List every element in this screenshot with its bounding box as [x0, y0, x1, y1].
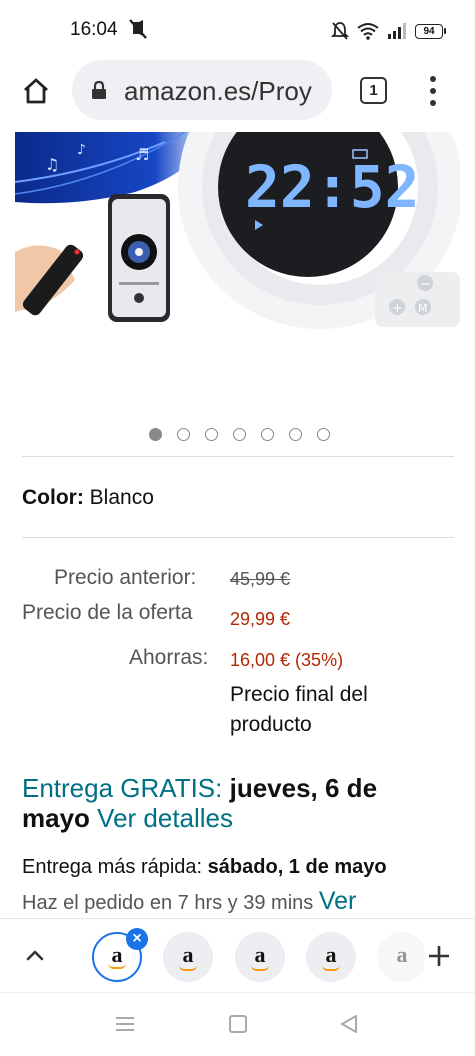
svg-text:♬: ♬ — [135, 145, 149, 164]
carousel-dot[interactable] — [232, 428, 246, 441]
signal-icon — [388, 23, 406, 39]
mute-icon — [129, 19, 147, 39]
battery-icon: 94 — [415, 23, 446, 39]
carousel-dot[interactable] — [148, 428, 162, 441]
amazon-tab-icon: a — [396, 942, 408, 967]
battery-level: 94 — [423, 25, 435, 37]
system-navigation — [0, 992, 475, 1056]
fast-delivery-date: sábado, 1 de mayo — [207, 856, 387, 878]
tab-amazon[interactable]: a — [377, 932, 427, 982]
tab-switcher-bar: a × a a a a — [0, 918, 475, 992]
back-icon[interactable] — [339, 1014, 359, 1034]
address-bar[interactable]: amazon.es/Proy — [72, 60, 332, 120]
color-label: Color: — [22, 486, 84, 509]
offer-price-label: Precio de la oferta — [22, 601, 193, 624]
tab-amazon[interactable]: a — [163, 932, 213, 982]
carousel-dot[interactable] — [288, 428, 302, 441]
more-vert-icon[interactable] — [420, 74, 446, 108]
color-value: Blanco — [89, 486, 154, 509]
final-price-note: Precio final del producto — [230, 683, 368, 736]
color-selection[interactable]: Color: Blanco — [22, 486, 154, 510]
tab-amazon[interactable]: a — [306, 932, 356, 982]
fast-delivery-label: Entrega más rápida: — [22, 856, 203, 878]
carousel-dot[interactable] — [260, 428, 274, 441]
savings-label: Ahorras: — [129, 646, 209, 669]
product-photo: ♫ ♪ ♬ 22:52 − + M — [15, 132, 460, 329]
close-icon: × — [132, 930, 142, 947]
order-details-link[interactable]: Ver — [319, 887, 357, 915]
clock-display: 22:52 — [245, 153, 420, 221]
previous-price-label: Precio anterior: — [54, 566, 197, 589]
offer-price-value: 29,99 € — [230, 609, 291, 629]
free-delivery-label: Entrega GRATIS: — [22, 773, 223, 803]
home-button[interactable] — [18, 73, 54, 109]
carousel-dot[interactable] — [316, 428, 330, 441]
new-tab-button[interactable] — [424, 941, 454, 971]
carousel-dots — [0, 428, 475, 444]
tab-amazon[interactable]: a — [235, 932, 285, 982]
status-time: 16:04 — [70, 19, 118, 40]
tab-count: 1 — [369, 82, 378, 99]
divider — [22, 456, 454, 457]
status-bar: 16:04 94 — [0, 0, 475, 60]
product-image[interactable]: ♫ ♪ ♬ 22:52 − + M — [15, 132, 460, 332]
url-text[interactable]: amazon.es/Proy — [124, 76, 312, 107]
order-deadline: Haz el pedido en 7 hrs y 39 mins Ver — [22, 887, 356, 916]
svg-text:M: M — [418, 302, 428, 315]
alarm-off-icon — [331, 22, 349, 40]
previous-price-value: 45,99 € — [230, 569, 291, 589]
home-icon — [24, 78, 48, 104]
carousel-dot[interactable] — [204, 428, 218, 441]
tabs-button[interactable]: 1 — [360, 77, 387, 104]
browser-toolbar: amazon.es/Proy 1 — [0, 60, 475, 132]
divider — [22, 537, 454, 538]
lock-icon[interactable] — [90, 80, 108, 100]
delivery-info: Entrega GRATIS: jueves, 6 de mayo Ver de… — [22, 773, 452, 833]
svg-text:♫: ♫ — [45, 155, 59, 174]
svg-text:♪: ♪ — [77, 142, 86, 158]
chevron-up-icon[interactable] — [22, 943, 48, 969]
svg-text:−: − — [420, 277, 431, 292]
delivery-details-link[interactable]: Ver detalles — [97, 803, 233, 833]
status-icons: 94 — [331, 20, 446, 42]
carousel-dot[interactable] — [176, 428, 190, 441]
fast-delivery: Entrega más rápida: sábado, 1 de mayo — [22, 856, 387, 879]
svg-text:+: + — [392, 301, 403, 316]
wifi-icon — [357, 23, 379, 40]
menu-icon[interactable] — [114, 1015, 136, 1033]
close-tab-button[interactable]: × — [126, 928, 148, 950]
home-nav-icon[interactable] — [229, 1015, 247, 1033]
order-deadline-text: Haz el pedido en 7 hrs y 39 mins — [22, 892, 314, 914]
savings-value: 16,00 € (35%) — [230, 650, 344, 670]
